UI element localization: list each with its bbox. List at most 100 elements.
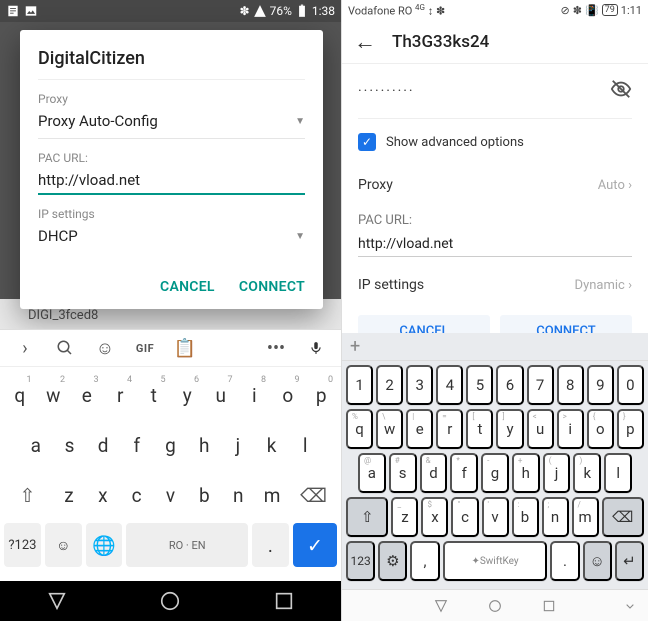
show-advanced-row[interactable]: ✓ Show advanced options [358,119,632,165]
symbols-key[interactable]: ?123 [4,523,41,567]
comma-key[interactable]: , [410,541,439,581]
nav-home[interactable] [159,590,181,612]
checkbox-checked-icon[interactable]: ✓ [358,133,376,151]
key-t[interactable]: t[ [466,409,493,449]
nav-recents[interactable] [541,598,557,614]
shift-key[interactable]: ⇧ [4,473,51,517]
language-key[interactable]: 🌐 [86,523,123,567]
visibility-off-icon[interactable] [610,78,632,104]
more-icon[interactable]: ••• [259,333,293,363]
password-field[interactable]: ·········· [358,83,415,99]
proxy-row[interactable]: Proxy Auto › [358,165,632,205]
nav-recents[interactable] [273,590,295,612]
key-u[interactable]: u< [527,409,554,449]
key-g[interactable]: g- [481,453,509,493]
key-b[interactable]: b [188,473,220,517]
key-n[interactable]: n [222,473,254,517]
key-z[interactable]: z_ [391,497,418,537]
key-q[interactable]: q1 [4,373,36,417]
back-icon[interactable]: ← [354,29,376,55]
nav-back[interactable] [46,590,68,612]
key-o[interactable]: o9 [272,373,304,417]
period-key[interactable]: . [252,523,289,567]
backspace-key[interactable]: ⌫ [602,497,644,537]
pac-url-input[interactable] [358,228,632,257]
key-f[interactable]: f [121,423,153,467]
key-6[interactable]: 6 [496,365,523,405]
key-e[interactable]: e3 [71,373,103,417]
key-r[interactable]: r4 [105,373,137,417]
key-j[interactable]: j( [543,453,571,493]
key-3[interactable]: 3 [406,365,433,405]
key-k[interactable]: k [256,423,288,467]
key-7[interactable]: 7 [527,365,554,405]
key-a[interactable]: a@ [358,453,386,493]
key-a[interactable]: a [20,423,52,467]
settings-key[interactable]: ⚙ [378,541,407,581]
backspace-key[interactable]: ⌫ [290,473,337,517]
search-icon[interactable] [48,333,82,363]
cancel-button[interactable]: CANCEL [160,279,215,295]
key-p[interactable]: p0 [306,373,338,417]
enter-key[interactable]: ↵ [615,541,644,581]
key-c[interactable]: c [121,473,153,517]
ip-settings-row[interactable]: IP settings Dynamic › [358,265,632,305]
key-z[interactable]: z [53,473,85,517]
key-b[interactable]: b: [512,497,539,537]
gif-button[interactable]: GIF [128,333,162,363]
shift-key[interactable]: ⇧ [346,497,388,537]
key-y[interactable]: y] [496,409,523,449]
key-e[interactable]: e| [406,409,433,449]
key-w[interactable]: w\ [376,409,403,449]
key-l[interactable]: l [289,423,321,467]
enter-key[interactable]: ✓ [293,523,337,567]
key-s[interactable]: s# [389,453,417,493]
key-v[interactable]: v' [482,497,509,537]
nav-back[interactable] [433,598,449,614]
key-5[interactable]: 5 [466,365,493,405]
key-2[interactable]: 2 [376,365,403,405]
key-k[interactable]: k) [573,453,601,493]
emoji-key[interactable]: ☺ [45,523,82,567]
key-v[interactable]: v [155,473,187,517]
emoji-key[interactable]: ☺ [583,541,612,581]
key-x[interactable]: x$ [421,497,448,537]
space-key[interactable]: ✦ SwiftKey [443,541,548,581]
nav-home[interactable] [487,598,503,614]
key-y[interactable]: y6 [172,373,204,417]
key-4[interactable]: 4 [436,365,463,405]
key-q[interactable]: q% [346,409,373,449]
key-0[interactable]: 0 [617,365,644,405]
key-n[interactable]: n; [542,497,569,537]
key-p[interactable]: p} [617,409,644,449]
expand-icon[interactable]: › [8,333,42,363]
nav-hide-kb[interactable] [622,598,638,614]
key-h[interactable]: h+ [512,453,540,493]
key-8[interactable]: 8 [557,365,584,405]
proxy-dropdown[interactable]: Proxy Auto-Config ▼ [38,106,305,139]
space-key[interactable]: RO · EN [126,523,248,567]
key-d[interactable]: d& [420,453,448,493]
key-m[interactable]: m/ [572,497,599,537]
key-x[interactable]: x [87,473,119,517]
key-d[interactable]: d [87,423,119,467]
key-t[interactable]: t5 [138,373,170,417]
key-9[interactable]: 9 [587,365,614,405]
key-u[interactable]: u7 [205,373,237,417]
key-l[interactable]: l [604,453,632,493]
key-r[interactable]: r= [436,409,463,449]
ip-settings-dropdown[interactable]: DHCP ▼ [38,221,305,253]
key-i[interactable]: i> [557,409,584,449]
connect-button[interactable]: CONNECT [239,279,305,295]
key-s[interactable]: s [54,423,86,467]
key-m[interactable]: m [256,473,288,517]
key-g[interactable]: g [155,423,187,467]
clipboard-icon[interactable]: 📋 [168,333,202,363]
period-key[interactable]: . [550,541,579,581]
key-w[interactable]: w2 [38,373,70,417]
key-c[interactable]: c" [451,497,478,537]
key-j[interactable]: j [222,423,254,467]
symbols-key[interactable]: 123 [346,541,375,581]
key-h[interactable]: h [188,423,220,467]
plus-icon[interactable]: + [350,336,360,357]
